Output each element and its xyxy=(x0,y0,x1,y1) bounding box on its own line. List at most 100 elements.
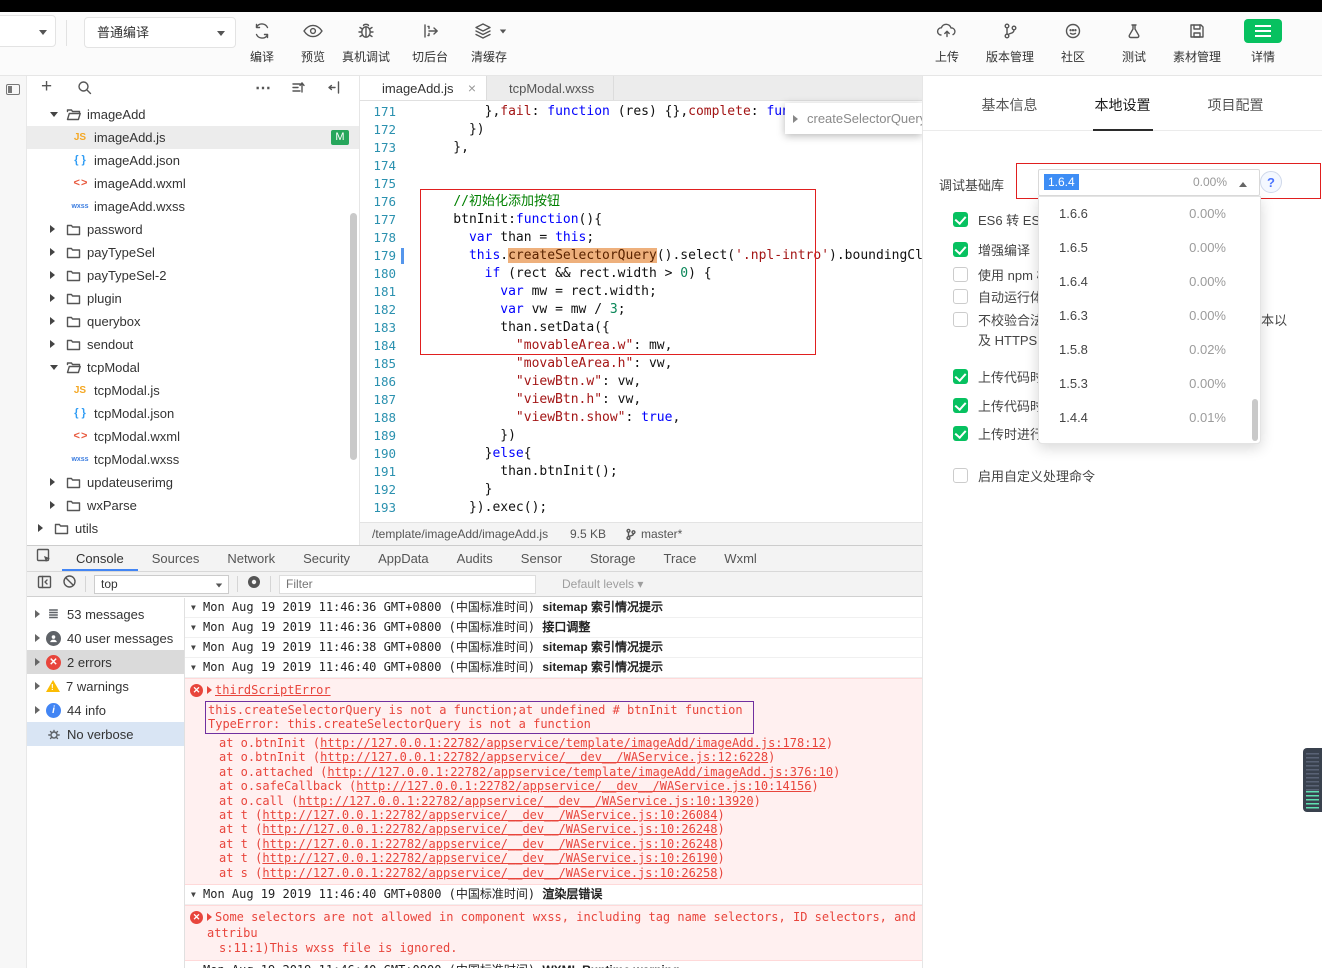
compile-mode-select[interactable]: 普通编译 xyxy=(84,17,236,48)
chevron-down-icon[interactable]: ▼ xyxy=(191,885,196,904)
console-log-group[interactable]: ▼ Mon Aug 19 2019 11:46:38 GMT+0800 (中国标准… xyxy=(185,638,922,658)
console-tab-audits[interactable]: Audits xyxy=(443,546,507,571)
tree-item-imageAdd.json[interactable]: { } imageAdd.json xyxy=(27,149,359,172)
tree-item-utils[interactable]: utils xyxy=(27,517,359,540)
more-icon[interactable]: ⋯ xyxy=(255,80,272,98)
tree-item-querybox[interactable]: querybox xyxy=(27,310,359,333)
checkbox-checked-icon[interactable] xyxy=(953,398,968,413)
console-messages[interactable]: ▼ Mon Aug 19 2019 11:46:36 GMT+0800 (中国标准… xyxy=(185,598,922,968)
clear-cache-button[interactable]: 清缓存 xyxy=(461,16,517,65)
editor-tab-tcpModal.wxss[interactable]: tcpModal.wxss xyxy=(487,76,614,100)
chevron-down-icon[interactable]: ▼ xyxy=(191,598,196,617)
checkbox-unchecked-icon[interactable] xyxy=(953,267,968,282)
version-option-1.6.3[interactable]: 1.6.3 0.00% xyxy=(1039,299,1260,333)
console-filter-verbose[interactable]: No verbose xyxy=(27,722,184,746)
tree-item-plugin[interactable]: plugin xyxy=(27,287,359,310)
chevron-right-icon[interactable] xyxy=(38,524,43,532)
version-option-1.4.4[interactable]: 1.4.4 0.01% xyxy=(1039,401,1260,435)
version-option-1.5.3[interactable]: 1.5.3 0.00% xyxy=(1039,367,1260,401)
switch-background-button[interactable]: 切后台 xyxy=(402,16,458,65)
community-button[interactable]: 社区 xyxy=(1045,16,1101,65)
tree-item-payTypeSel-2[interactable]: payTypeSel-2 xyxy=(27,264,359,287)
stack-frame-link[interactable]: http://127.0.0.1:22782/appservice/__dev_… xyxy=(262,837,717,851)
tree-item-updateuserimg[interactable]: updateuserimg xyxy=(27,471,359,494)
chevron-down-icon[interactable]: ▼ xyxy=(191,638,196,657)
version-manage-button[interactable]: 版本管理 xyxy=(982,16,1038,65)
version-option-1.6.6[interactable]: 1.6.6 0.00% xyxy=(1039,197,1260,231)
console-error-block[interactable]: ✕ thirdScriptError this.createSelectorQuer… xyxy=(185,678,922,886)
stack-frame-link[interactable]: http://127.0.0.1:22782/appservice/__dev_… xyxy=(356,779,811,793)
chevron-right-icon[interactable] xyxy=(50,248,55,256)
editor-tab-imageAdd.js[interactable]: imageAdd.js × xyxy=(360,76,487,100)
search-icon[interactable] xyxy=(77,80,92,100)
setting-checkbox-row[interactable]: 启用自定义处理命令 xyxy=(953,467,1298,487)
chevron-down-icon[interactable]: ▼ xyxy=(191,961,196,968)
autocomplete-popup[interactable]: createSelectorQuery xyxy=(785,103,922,134)
help-button[interactable]: ? xyxy=(1260,171,1282,193)
version-option-1.6.4[interactable]: 1.6.4 0.00% xyxy=(1039,265,1260,299)
console-log-group[interactable]: ▼ Mon Aug 19 2019 11:46:36 GMT+0800 (中国标准… xyxy=(185,618,922,638)
console-tab-wxml[interactable]: Wxml xyxy=(710,546,771,571)
sidebar-toggle-icon[interactable] xyxy=(37,575,52,594)
console-tab-console[interactable]: Console xyxy=(62,546,138,571)
eye-watch-icon[interactable] xyxy=(246,574,262,595)
details-button[interactable]: 详情 xyxy=(1235,16,1291,65)
console-log-group[interactable]: ▼ Mon Aug 19 2019 11:46:36 GMT+0800 (中国标准… xyxy=(185,598,922,618)
console-tab-trace[interactable]: Trace xyxy=(650,546,711,571)
console-tab-storage[interactable]: Storage xyxy=(576,546,650,571)
new-file-icon[interactable]: + xyxy=(41,77,52,96)
tree-item-tcpModal[interactable]: tcpModal xyxy=(27,356,359,379)
chevron-right-icon[interactable] xyxy=(50,317,55,325)
console-filter-list[interactable]: ≣ 53 messages xyxy=(27,602,184,626)
console-filter-info[interactable]: i 44 info xyxy=(27,698,184,722)
settings-tab-项目配置[interactable]: 项目配置 xyxy=(1206,76,1266,130)
chevron-down-icon[interactable]: ▼ xyxy=(191,618,196,637)
checkbox-unchecked-icon[interactable] xyxy=(953,312,968,327)
explorer-scrollbar[interactable] xyxy=(350,213,357,460)
tree-item-imageAdd.wxml[interactable]: < > imageAdd.wxml xyxy=(27,172,359,195)
checkbox-checked-icon[interactable] xyxy=(953,426,968,441)
context-select[interactable]: top xyxy=(94,574,229,594)
settings-tab-本地设置[interactable]: 本地设置 xyxy=(1092,76,1153,131)
console-filter-user[interactable]: 40 user messages xyxy=(27,626,184,650)
chevron-right-icon[interactable] xyxy=(50,478,55,486)
stack-frame-link[interactable]: http://127.0.0.1:22782/appservice/__dev_… xyxy=(320,750,768,764)
collapse-panel-icon[interactable] xyxy=(327,80,342,100)
filter-input[interactable] xyxy=(279,574,536,594)
console-log-group[interactable]: ▼ Mon Aug 19 2019 11:46:40 GMT+0800 (中国标准… xyxy=(185,658,922,678)
floating-dock-widget[interactable] xyxy=(1303,748,1322,812)
compile-button[interactable]: 编译 xyxy=(234,16,290,65)
version-option-1.5.8[interactable]: 1.5.8 0.02% xyxy=(1039,333,1260,367)
settings-tab-基本信息[interactable]: 基本信息 xyxy=(980,76,1040,130)
log-levels-select[interactable]: Default levels ▾ xyxy=(562,577,643,591)
tree-item-tcpModal.js[interactable]: JS tcpModal.js xyxy=(27,379,359,402)
console-tab-network[interactable]: Network xyxy=(213,546,289,571)
chevron-right-icon[interactable] xyxy=(207,686,212,694)
checkbox-checked-icon[interactable] xyxy=(953,242,968,257)
console-error-block[interactable]: ✕ Some selectors are not allowed in compo… xyxy=(185,905,922,962)
checkbox-unchecked-icon[interactable] xyxy=(953,289,968,304)
tree-item-payTypeSel[interactable]: payTypeSel xyxy=(27,241,359,264)
tree-item-sendout[interactable]: sendout xyxy=(27,333,359,356)
console-log-group[interactable]: ▼ Mon Aug 19 2019 11:46:40 GMT+0800 (中国标准… xyxy=(185,885,922,906)
chevron-down-icon[interactable] xyxy=(50,365,58,370)
remote-debug-button[interactable]: 真机调试 xyxy=(338,16,394,65)
panel-toggle-icon[interactable] xyxy=(6,84,20,95)
stack-frame-link[interactable]: http://127.0.0.1:22782/appservice/__dev_… xyxy=(262,808,717,822)
tree-item-imageAdd[interactable]: imageAdd xyxy=(27,103,359,126)
sort-icon[interactable] xyxy=(291,80,306,100)
tree-item-wxParse[interactable]: wxParse xyxy=(27,494,359,517)
tree-item-password[interactable]: password xyxy=(27,218,359,241)
git-branch-indicator[interactable]: master* xyxy=(625,523,682,545)
preview-button[interactable]: 预览 xyxy=(285,16,341,65)
tree-item-imageAdd.wxss[interactable]: wxss imageAdd.wxss xyxy=(27,195,359,218)
console-log-group[interactable]: ▼ Mon Aug 19 2019 11:46:40 GMT+0800 (中国标准… xyxy=(185,961,922,968)
chevron-right-icon[interactable] xyxy=(50,271,55,279)
chevron-down-icon[interactable]: ▼ xyxy=(191,658,196,677)
stack-frame-link[interactable]: http://127.0.0.1:22782/appservice/__dev_… xyxy=(262,822,717,836)
upload-button[interactable]: 上传 xyxy=(919,16,975,65)
test-button[interactable]: 测试 xyxy=(1106,16,1162,65)
console-tab-sensor[interactable]: Sensor xyxy=(507,546,576,571)
stack-frame-link[interactable]: http://127.0.0.1:22782/appservice/templa… xyxy=(320,736,826,750)
code-area[interactable]: 171 },fail: function (res) {},complete: … xyxy=(360,103,922,517)
